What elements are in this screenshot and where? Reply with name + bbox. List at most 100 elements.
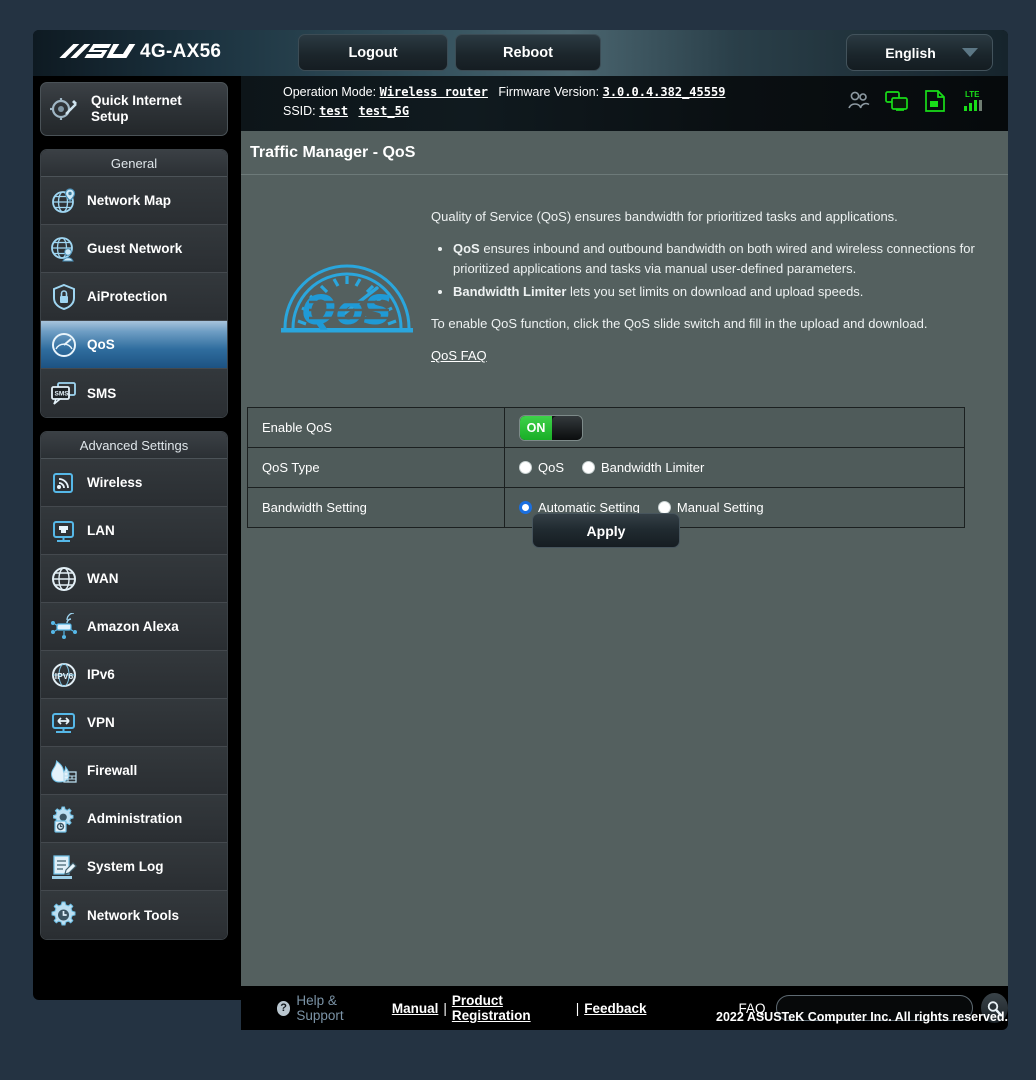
sidebar-item-network-tools[interactable]: Network Tools (41, 891, 227, 939)
sidebar-item-label: Administration (87, 811, 183, 826)
qos-bullet-list: QoS ensures inbound and outbound bandwid… (453, 239, 976, 302)
sidebar-item-system-log[interactable]: System Log (41, 843, 227, 891)
ssid-5g-value[interactable]: test_5G (358, 104, 409, 118)
sidebar-advanced-header: Advanced Settings (41, 432, 227, 459)
sidebar-item-label: Wireless (87, 475, 143, 490)
copyright-text: 2022 ASUSTeK Computer Inc. All rights re… (716, 1010, 1008, 1024)
bullet-text: lets you set limits on download and uplo… (566, 284, 864, 299)
sidebar-item-label: Firewall (87, 763, 138, 778)
sidebar-item-label: QoS (87, 337, 115, 352)
radio-label-qos[interactable]: QoS (538, 460, 564, 475)
asus-logo (56, 41, 140, 66)
network-clients-icon[interactable] (884, 88, 910, 114)
sidebar-item-label: VPN (87, 715, 115, 730)
footer-separator: | (575, 1000, 580, 1016)
sidebar-item-label: IPv6 (87, 667, 115, 682)
router-model-name: 4G-AX56 (140, 41, 222, 62)
clients-group-icon[interactable] (846, 88, 872, 114)
asus-logo-mark (59, 44, 136, 58)
ipv6-icon: IPV6 (41, 661, 87, 689)
firmware-value[interactable]: 3.0.0.4.382_45559 (603, 85, 726, 99)
logout-button[interactable]: Logout (298, 34, 448, 71)
quick-internet-setup-label: Quick Internet Setup (91, 93, 182, 124)
qos-type-label: QoS Type (247, 447, 505, 488)
svg-text:IPV6: IPV6 (55, 671, 74, 681)
sidebar-item-label: System Log (87, 859, 164, 874)
sidebar-item-aiprotection[interactable]: AiProtection (41, 273, 227, 321)
sidebar-item-label: LAN (87, 523, 115, 538)
qos-bullet-item: Bandwidth Limiter lets you set limits on… (453, 282, 976, 302)
language-label: English (885, 44, 936, 61)
sidebar-item-guest-network[interactable]: Guest Network (41, 225, 227, 273)
table-row-qos-type: QoS Type QoS Bandwidth Limiter (247, 447, 965, 488)
operation-mode-value[interactable]: Wireless router (380, 85, 488, 99)
sidebar-item-ipv6[interactable]: IPV6 IPv6 (41, 651, 227, 699)
sidebar-item-label: WAN (87, 571, 119, 586)
sidebar-item-label: AiProtection (87, 289, 168, 304)
radio-label-bandwidth-limiter[interactable]: Bandwidth Limiter (601, 460, 704, 475)
sidebar-general-group: General Network Map Guest Network AiProt… (40, 149, 228, 418)
status-icon-group: LTE (846, 88, 986, 114)
lte-signal-icon[interactable]: LTE (960, 88, 986, 114)
sidebar-item-wan[interactable]: WAN (41, 555, 227, 603)
top-bar: 4G-AX56 Logout Reboot English (33, 30, 1008, 76)
radio-bandwidth-limiter[interactable] (582, 461, 596, 474)
sidebar-item-vpn[interactable]: VPN (41, 699, 227, 747)
help-support-label: Help & Support (296, 993, 344, 1023)
table-row-enable-qos: Enable QoS ON (247, 407, 965, 448)
status-info-bar: Operation Mode: Wireless router Firmware… (241, 76, 1008, 131)
ssid-row: SSID: test test_5G (283, 104, 409, 118)
alexa-icon (41, 612, 87, 641)
qos-faq-link[interactable]: QoS FAQ (431, 346, 487, 366)
qos-gauge-graphic: QoS (273, 236, 421, 341)
ssid-label: SSID: (283, 104, 316, 118)
sms-icon: SMS (41, 379, 87, 407)
apply-button-wrapper: Apply (247, 513, 965, 548)
toggle-knob (551, 415, 582, 440)
qos-bullet-item: QoS ensures inbound and outbound bandwid… (453, 239, 976, 279)
sidebar-item-quick-internet-setup[interactable]: Quick Internet Setup (40, 82, 228, 136)
sidebar-item-administration[interactable]: Administration (41, 795, 227, 843)
sidebar-item-sms[interactable]: SMS SMS (41, 369, 227, 417)
firewall-flame-icon (41, 757, 87, 785)
sidebar-advanced-group: Advanced Settings Wireless LAN WAN Amazo… (40, 431, 228, 940)
bullet-bold-term: Bandwidth Limiter (453, 284, 567, 299)
feedback-link[interactable]: Feedback (584, 1001, 646, 1016)
operation-mode-row: Operation Mode: Wireless router Firmware… (283, 85, 725, 99)
reboot-button[interactable]: Reboot (455, 34, 601, 71)
sidebar-item-amazon-alexa[interactable]: Amazon Alexa (41, 603, 227, 651)
help-icon: ? (277, 1000, 291, 1016)
globe-icon (41, 565, 87, 593)
network-map-icon (41, 187, 87, 215)
page-title: Traffic Manager - QoS (241, 131, 1008, 175)
lan-port-icon (41, 517, 87, 545)
system-log-icon[interactable] (922, 88, 948, 114)
sidebar-item-network-map[interactable]: Network Map (41, 177, 227, 225)
language-selector[interactable]: English (846, 34, 993, 71)
ssid-2g-value[interactable]: test (319, 104, 348, 118)
guest-network-icon (41, 235, 87, 263)
sidebar-item-firewall[interactable]: Firewall (41, 747, 227, 795)
qos-intro-text: Quality of Service (QoS) ensures bandwid… (431, 209, 898, 224)
router-admin-window: 4G-AX56 Logout Reboot English Operation … (33, 30, 1008, 1030)
enable-qos-label: Enable QoS (247, 407, 505, 448)
svg-text:SMS: SMS (55, 391, 70, 398)
enable-qos-toggle[interactable]: ON (519, 414, 583, 441)
sidebar-item-lan[interactable]: LAN (41, 507, 227, 555)
sidebar-item-label: Network Map (87, 193, 172, 208)
bullet-bold-term: QoS (453, 241, 480, 256)
content-panel: Traffic Manager - QoS QoS Quality of Ser… (241, 131, 1008, 986)
footer-separator: | (443, 1000, 447, 1016)
sidebar-item-wireless[interactable]: Wireless (41, 459, 227, 507)
radio-qos[interactable] (519, 461, 532, 474)
qos-type-value-cell: QoS Bandwidth Limiter (504, 447, 965, 488)
firmware-label: Firmware Version: (498, 85, 600, 99)
vpn-icon (41, 709, 87, 737)
product-registration-link[interactable]: Product Registration (452, 993, 571, 1023)
shield-lock-icon (41, 283, 87, 311)
apply-button[interactable]: Apply (532, 513, 680, 548)
bullet-text: ensures inbound and outbound bandwidth o… (453, 241, 975, 276)
sidebar-item-qos[interactable]: QoS (41, 321, 227, 369)
manual-link[interactable]: Manual (392, 1001, 439, 1016)
wireless-icon (41, 469, 87, 497)
